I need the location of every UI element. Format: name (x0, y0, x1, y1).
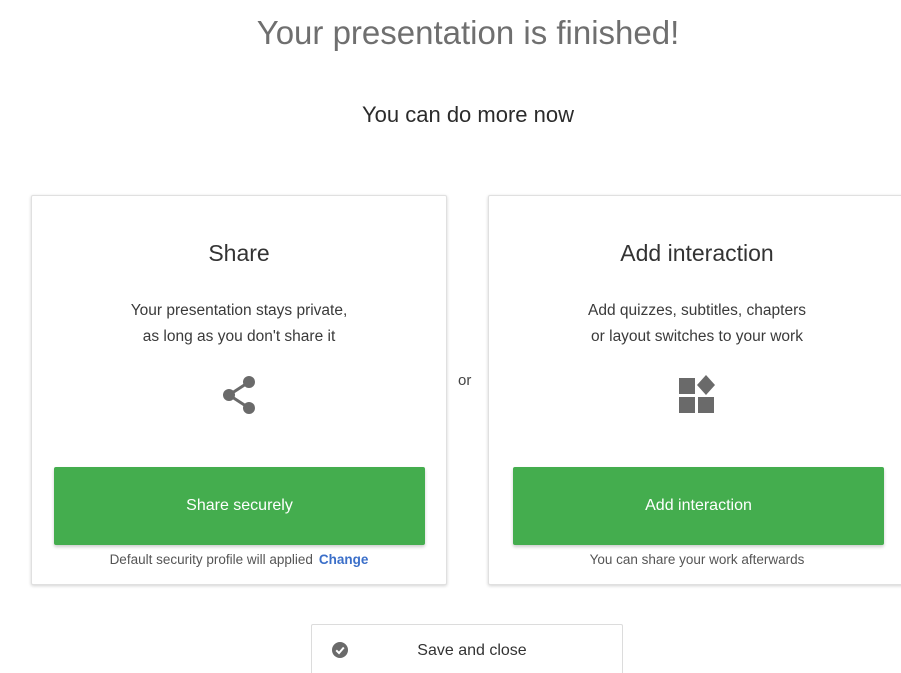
share-icon (219, 374, 259, 416)
share-card-title: Share (208, 240, 270, 266)
or-separator: or (458, 372, 472, 389)
share-card: Share Your presentation stays private, a… (31, 195, 447, 585)
security-note-text: Default security profile will applied (109, 552, 313, 567)
share-card-description: Your presentation stays private, as long… (32, 298, 446, 350)
interaction-card-description: Add quizzes, subtitles, chapters or layo… (489, 298, 901, 350)
interaction-card: Add interaction Add quizzes, subtitles, … (488, 195, 901, 585)
add-interaction-button[interactable]: Add interaction (513, 467, 884, 545)
share-desc-line-1: Your presentation stays private, (130, 302, 348, 319)
share-securely-button[interactable]: Share securely (54, 467, 425, 545)
interaction-card-title: Add interaction (620, 240, 774, 266)
share-desc-line-2: as long as you don't share it (142, 328, 336, 345)
finish-page: Your presentation is finished! You can d… (0, 0, 901, 673)
interaction-desc-line-1: Add quizzes, subtitles, chapters (588, 302, 806, 319)
share-security-note: Default security profile will applied Cha… (32, 552, 446, 567)
save-and-close-label: Save and close (417, 642, 527, 659)
save-and-close-button[interactable]: Save and close (311, 624, 623, 673)
change-security-link[interactable]: Change (319, 552, 369, 567)
widgets-icon (677, 374, 717, 416)
interaction-note: You can share your work afterwards (589, 552, 805, 567)
page-title: Your presentation is finished! (256, 14, 680, 51)
page-subtitle: You can do more now (362, 102, 574, 127)
interaction-desc-line-2: or layout switches to your work (591, 328, 803, 345)
